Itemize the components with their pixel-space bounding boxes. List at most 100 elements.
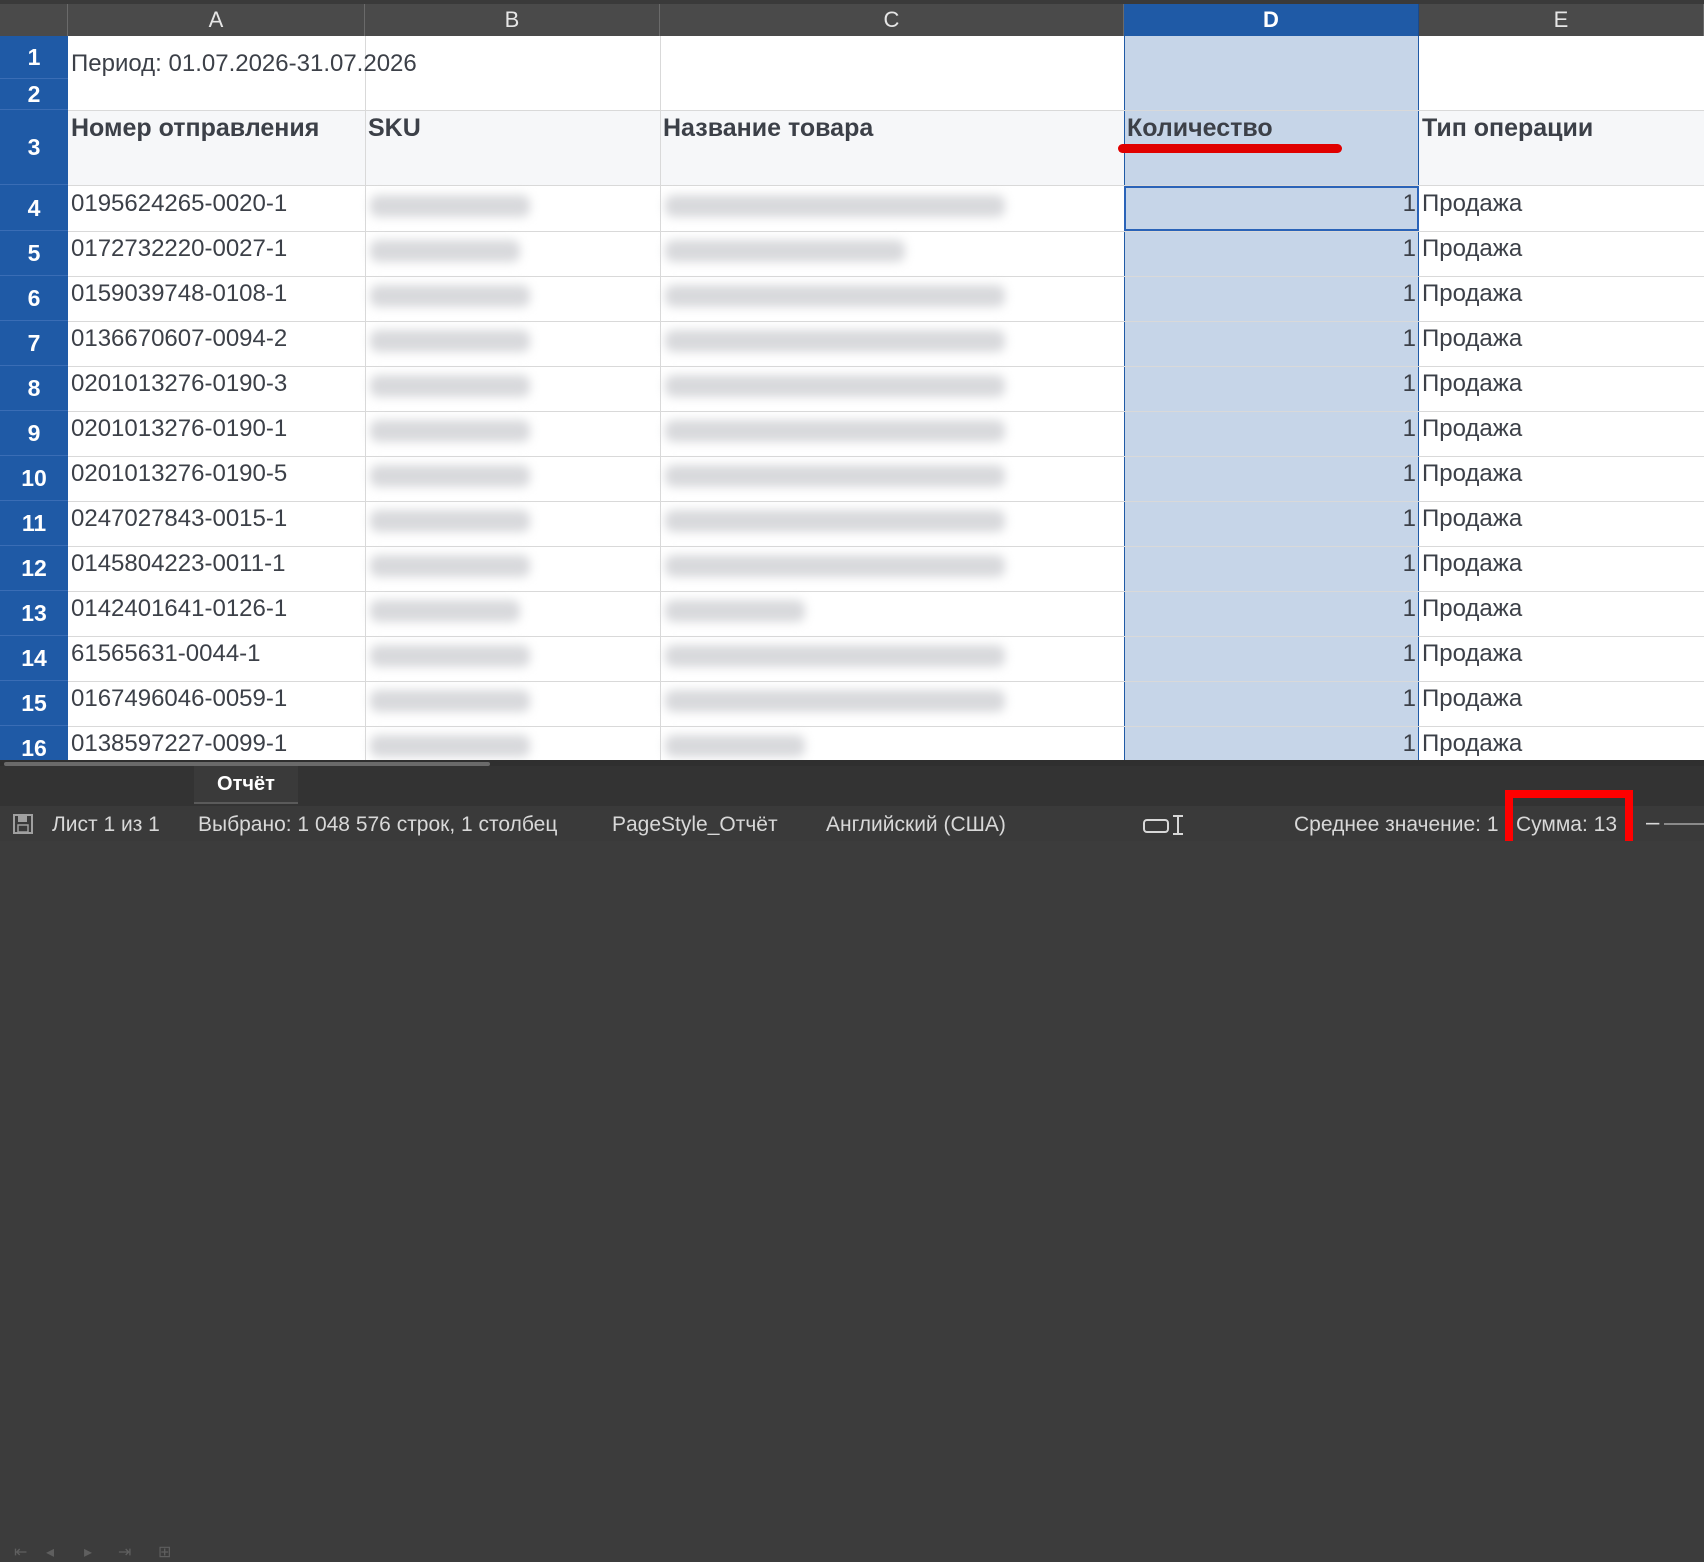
gridline-row-4 [68, 185, 1704, 186]
gridline-row-11 [68, 501, 1704, 502]
quantity-cell[interactable]: 1 [1124, 235, 1416, 263]
header-shipment[interactable]: Номер отправления [71, 114, 319, 143]
operation-cell[interactable]: Продажа [1422, 325, 1522, 353]
row-header-14[interactable]: 14 [0, 636, 68, 681]
shipment-cell[interactable]: 0142401641-0126-1 [71, 595, 287, 623]
operation-cell[interactable]: Продажа [1422, 505, 1522, 533]
zoom-slider[interactable] [1664, 823, 1704, 825]
header-sku[interactable]: SKU [368, 114, 421, 143]
add-sheet-icon[interactable]: ⊞ [158, 1542, 171, 1562]
row-header-8[interactable]: 8 [0, 366, 68, 411]
quantity-cell[interactable]: 1 [1124, 370, 1416, 398]
quantity-cell[interactable]: 1 [1124, 280, 1416, 308]
sheet-position[interactable]: Лист 1 из 1 [52, 813, 160, 837]
gridline-c [660, 36, 661, 760]
operation-cell[interactable]: Продажа [1422, 550, 1522, 578]
shipment-cell[interactable]: 61565631-0044-1 [71, 640, 261, 668]
sheet-tab-report[interactable]: Отчёт [194, 766, 298, 804]
quantity-cell[interactable]: 1 [1124, 460, 1416, 488]
row-header-16[interactable]: 16 [0, 726, 68, 760]
shipment-cell[interactable]: 0201013276-0190-3 [71, 370, 287, 398]
red-underline-annotation [1118, 144, 1342, 153]
next-sheet-icon[interactable]: ▸ [84, 1542, 92, 1562]
select-all-corner[interactable] [0, 4, 68, 36]
shipment-cell[interactable]: 0201013276-0190-5 [71, 460, 287, 488]
quantity-cell[interactable]: 1 [1124, 640, 1416, 668]
shipment-cell[interactable]: 0195624265-0020-1 [71, 190, 287, 218]
row-header-6[interactable]: 6 [0, 276, 68, 321]
quantity-cell[interactable]: 1 [1124, 505, 1416, 533]
row-header-3[interactable]: 3 [0, 110, 68, 185]
quantity-cell[interactable]: 1 [1124, 595, 1416, 623]
redacted-sku [370, 600, 520, 622]
operation-cell[interactable]: Продажа [1422, 685, 1522, 713]
operation-cell[interactable]: Продажа [1422, 415, 1522, 443]
operation-cell[interactable]: Продажа [1422, 640, 1522, 668]
last-sheet-icon[interactable]: ⇥ [118, 1542, 131, 1562]
redacted-product-name [665, 600, 805, 622]
average-value[interactable]: Среднее значение: 1 [1294, 813, 1499, 837]
quantity-cell[interactable]: 1 [1124, 415, 1416, 443]
operation-cell[interactable]: Продажа [1422, 235, 1522, 263]
language[interactable]: Английский (США) [826, 813, 1006, 837]
quantity-cell[interactable]: 1 [1124, 730, 1416, 758]
quantity-cell[interactable]: 1 [1124, 325, 1416, 353]
quantity-cell[interactable]: 1 [1124, 685, 1416, 713]
operation-cell[interactable]: Продажа [1422, 190, 1522, 218]
shipment-cell[interactable]: 0247027843-0015-1 [71, 505, 287, 533]
shipment-cell[interactable]: 0138597227-0099-1 [71, 730, 287, 758]
redacted-sku [370, 555, 530, 577]
operation-cell[interactable]: Продажа [1422, 595, 1522, 623]
redacted-product-name [665, 555, 1005, 577]
redacted-sku [370, 510, 530, 532]
operation-cell[interactable]: Продажа [1422, 460, 1522, 488]
redacted-sku [370, 735, 530, 757]
row-header-12[interactable]: 12 [0, 546, 68, 591]
red-box-annotation [1505, 790, 1633, 841]
spreadsheet-grid[interactable]: A B C D E 1 2 3 4 5 6 7 8 9 10 11 12 13 … [0, 0, 1704, 760]
row-header-5[interactable]: 5 [0, 231, 68, 276]
quantity-cell[interactable]: 1 [1124, 190, 1416, 218]
row-header-4[interactable]: 4 [0, 185, 68, 231]
column-header-c[interactable]: C [660, 4, 1124, 36]
first-sheet-icon[interactable]: ⇤ [14, 1542, 27, 1562]
gridline-row-6 [68, 276, 1704, 277]
selection-info[interactable]: Выбрано: 1 048 576 строк, 1 столбец [198, 813, 557, 837]
redacted-product-name [665, 240, 905, 262]
header-product-name[interactable]: Название товара [663, 114, 873, 143]
row-header-9[interactable]: 9 [0, 411, 68, 456]
gridline-row-3 [68, 110, 1704, 111]
redacted-sku [370, 645, 530, 667]
row-header-2[interactable]: 2 [0, 79, 68, 110]
column-header-b[interactable]: B [365, 4, 660, 36]
header-operation-type[interactable]: Тип операции [1422, 114, 1593, 143]
redacted-product-name [665, 465, 1005, 487]
column-header-e[interactable]: E [1419, 4, 1704, 36]
column-header-a[interactable]: A [68, 4, 365, 36]
period-cell[interactable]: Период: 01.07.2026-31.07.2026 [71, 50, 417, 78]
save-status-icon[interactable] [12, 813, 34, 841]
row-header-11[interactable]: 11 [0, 501, 68, 546]
shipment-cell[interactable]: 0159039748-0108-1 [71, 280, 287, 308]
header-quantity[interactable]: Количество [1127, 114, 1273, 143]
column-header-d[interactable]: D [1124, 4, 1419, 36]
zoom-out-icon[interactable]: – [1646, 809, 1659, 837]
operation-cell[interactable]: Продажа [1422, 370, 1522, 398]
row-header-13[interactable]: 13 [0, 591, 68, 636]
row-header-10[interactable]: 10 [0, 456, 68, 501]
shipment-cell[interactable]: 0201013276-0190-1 [71, 415, 287, 443]
operation-cell[interactable]: Продажа [1422, 730, 1522, 758]
gridline-row-13 [68, 591, 1704, 592]
row-header-1[interactable]: 1 [0, 36, 68, 79]
shipment-cell[interactable]: 0167496046-0059-1 [71, 685, 287, 713]
row-header-7[interactable]: 7 [0, 321, 68, 366]
prev-sheet-icon[interactable]: ◂ [46, 1542, 54, 1562]
insert-mode-icon[interactable] [1142, 814, 1190, 842]
shipment-cell[interactable]: 0136670607-0094-2 [71, 325, 287, 353]
shipment-cell[interactable]: 0145804223-0011-1 [71, 550, 285, 578]
page-style[interactable]: PageStyle_Отчёт [612, 813, 778, 837]
row-header-15[interactable]: 15 [0, 681, 68, 726]
quantity-cell[interactable]: 1 [1124, 550, 1416, 578]
shipment-cell[interactable]: 0172732220-0027-1 [71, 235, 287, 263]
operation-cell[interactable]: Продажа [1422, 280, 1522, 308]
